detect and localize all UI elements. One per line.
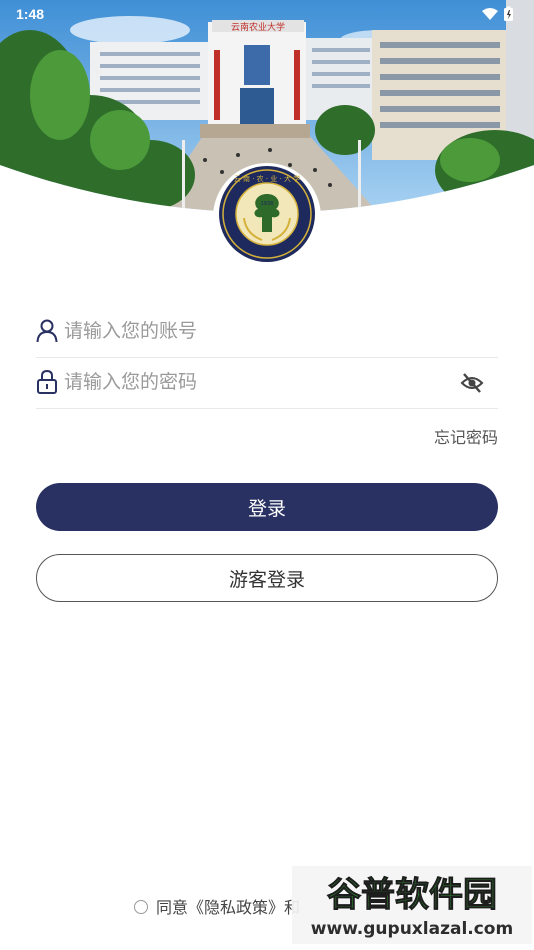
status-icons [480,6,520,26]
svg-text:1938: 1938 [261,201,274,207]
privacy-policy-link[interactable]: 《隐私政策》 [188,898,284,917]
eye-off-icon[interactable] [460,372,484,394]
status-bar: 1:48 [0,0,534,28]
agreement-row: 同意《隐私政策》和 [134,894,300,918]
wifi-icon [482,8,498,20]
battery-icon [504,6,513,21]
svg-text:云 南 · 农 · 业 · 大 学: 云 南 · 农 · 业 · 大 学 [234,174,300,183]
account-input[interactable] [64,315,464,347]
password-field [36,358,498,409]
forgot-password-link[interactable]: 忘记密码 [434,424,498,448]
watermark: 谷普软件园 www.gupuxlazal.com [292,866,532,944]
lock-icon [36,369,58,394]
watermark-brand: 谷普软件园 [327,875,497,915]
guest-login-button[interactable]: 游客登录 [36,554,498,602]
status-time: 1:48 [16,6,45,22]
agree-prefix: 同意 [156,898,189,917]
account-field [36,307,498,358]
agree-radio[interactable] [134,900,148,914]
university-logo: 云 南 · 农 · 业 · 大 学 1938 [212,162,322,272]
login-button[interactable]: 登录 [36,483,498,531]
watermark-url: www.gupuxlazal.com [311,919,513,939]
user-icon [36,319,58,343]
password-input[interactable] [64,366,464,398]
